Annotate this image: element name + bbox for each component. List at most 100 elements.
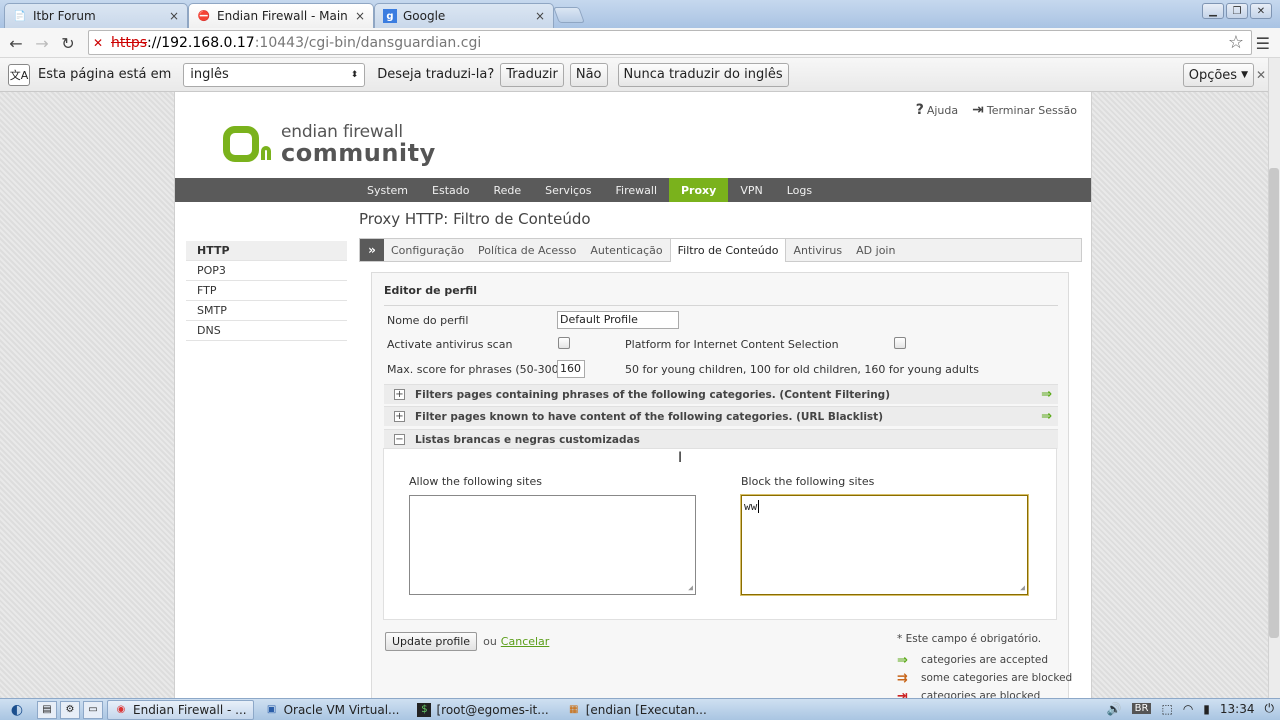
tab-endian-firewall[interactable]: ⛔ Endian Firewall - Main pag × bbox=[188, 3, 374, 28]
side-item-http[interactable]: HTTP bbox=[186, 241, 347, 261]
forward-icon[interactable]: → bbox=[30, 31, 54, 55]
terminal-icon: $ bbox=[417, 702, 432, 717]
block-sites-textarea[interactable]: ww ◢ bbox=[740, 494, 1029, 596]
pics-label: Platform for Internet Content Selection bbox=[625, 338, 839, 351]
panel-title: Editor de perfil bbox=[384, 284, 478, 297]
insecure-lock-icon[interactable]: ✕ bbox=[93, 36, 111, 50]
custom-lists-section[interactable]: − Listas brancas e negras customizadas bbox=[384, 429, 1058, 449]
start-menu-icon[interactable]: ◐ bbox=[0, 700, 34, 720]
show-desktop-icon[interactable]: ▭ bbox=[83, 700, 103, 719]
tab-antivirus[interactable]: Antivirus bbox=[786, 239, 849, 261]
tab-configuracao[interactable]: Configuração bbox=[384, 239, 471, 261]
max-score-field[interactable]: 160 bbox=[557, 360, 585, 378]
volume-icon[interactable]: 🔊 bbox=[1107, 702, 1122, 716]
new-tab-button[interactable] bbox=[553, 7, 585, 23]
logo-line2: community bbox=[281, 138, 436, 167]
expand-icon[interactable]: + bbox=[394, 389, 405, 400]
green-arrow-icon: ⇒ bbox=[1041, 409, 1052, 424]
side-item-dns[interactable]: DNS bbox=[186, 321, 347, 341]
close-tab-icon[interactable]: × bbox=[169, 9, 179, 23]
legend-some-blocked: some categories are blocked bbox=[921, 672, 1073, 684]
close-tab-icon[interactable]: × bbox=[355, 9, 365, 23]
back-icon[interactable]: ← bbox=[4, 31, 28, 55]
side-item-ftp[interactable]: FTP bbox=[186, 281, 347, 301]
vm-window-icon: ▦ bbox=[568, 704, 579, 715]
options-button[interactable]: Opções ▼ bbox=[1182, 63, 1254, 87]
chrome-menu-icon[interactable]: ☰ bbox=[1256, 34, 1270, 53]
virtualbox-icon: ▣ bbox=[266, 704, 277, 715]
translate-prompt: Esta página está em bbox=[38, 67, 172, 82]
wifi-icon[interactable]: ◠ bbox=[1183, 702, 1193, 716]
task-virtualbox[interactable]: ▣ Oracle VM Virtual... bbox=[258, 700, 407, 720]
update-profile-button[interactable]: Update profile bbox=[385, 632, 478, 651]
nav-system[interactable]: System bbox=[355, 178, 420, 202]
tab-ad-join[interactable]: AD join bbox=[849, 239, 902, 261]
profile-name-field[interactable]: Default Profile bbox=[557, 311, 679, 329]
scrollbar-thumb[interactable] bbox=[1269, 168, 1279, 638]
cancel-link[interactable]: Cancelar bbox=[501, 635, 550, 648]
language-select[interactable]: inglês ⬍ bbox=[183, 62, 366, 87]
nav-estado[interactable]: Estado bbox=[420, 178, 481, 202]
side-item-smtp[interactable]: SMTP bbox=[186, 301, 347, 321]
nav-firewall[interactable]: Firewall bbox=[604, 178, 669, 202]
document-icon: 📄 bbox=[13, 10, 27, 22]
pics-checkbox[interactable] bbox=[894, 337, 906, 349]
tab-autenticacao[interactable]: Autenticação bbox=[583, 239, 669, 261]
page-scrollbar[interactable] bbox=[1268, 58, 1280, 698]
tab-filtro-de-conteudo[interactable]: Filtro de Conteúdo bbox=[669, 239, 787, 262]
side-item-pop3[interactable]: POP3 bbox=[186, 261, 347, 281]
url-blacklist-section[interactable]: + Filter pages known to have content of … bbox=[384, 406, 1058, 426]
nav-logs[interactable]: Logs bbox=[775, 178, 824, 202]
task-label: [endian [Executan... bbox=[585, 702, 707, 717]
battery-icon[interactable]: ▮ bbox=[1203, 702, 1210, 716]
collapse-icon[interactable]: − bbox=[394, 434, 405, 445]
file-manager-icon[interactable]: ▤ bbox=[37, 700, 57, 719]
resize-grip-icon[interactable]: ◢ bbox=[1020, 583, 1025, 592]
tab-itbr-forum[interactable]: 📄 Itbr Forum × bbox=[4, 3, 188, 28]
network-icon: ⬚ bbox=[1161, 701, 1173, 716]
minimize-icon[interactable]: ▁ bbox=[1202, 3, 1224, 19]
address-bar[interactable]: ✕ https://192.168.0.17:10443/cgi-bin/dan… bbox=[88, 30, 1252, 55]
expand-icon[interactable]: + bbox=[394, 411, 405, 422]
clock[interactable]: 13:34 bbox=[1220, 702, 1255, 716]
nav-proxy[interactable]: Proxy bbox=[669, 178, 729, 202]
reload-icon[interactable]: ↻ bbox=[56, 31, 80, 55]
no-button[interactable]: Não bbox=[569, 62, 608, 87]
help-link[interactable]: ? Ajuda bbox=[916, 102, 958, 118]
close-window-icon[interactable]: ✕ bbox=[1250, 3, 1272, 19]
content-filtering-section[interactable]: + Filters pages containing phrases of th… bbox=[384, 384, 1058, 404]
max-score-label: Max. score for phrases (50-300) bbox=[387, 363, 563, 376]
collapse-menu-icon[interactable]: » bbox=[360, 239, 384, 261]
text-caret bbox=[758, 500, 760, 513]
allow-sites-textarea[interactable]: ◢ bbox=[409, 495, 696, 595]
blocked-icon: ⛔ bbox=[197, 10, 211, 22]
close-tab-icon[interactable]: × bbox=[535, 9, 545, 23]
task-label: Endian Firewall - ... bbox=[133, 702, 247, 717]
keyboard-layout[interactable]: BR bbox=[1131, 703, 1152, 714]
tab-politica-de-acesso[interactable]: Política de Acesso bbox=[471, 239, 583, 261]
translate-button[interactable]: Traduzir bbox=[500, 62, 564, 87]
options-label: Opções bbox=[1188, 67, 1238, 83]
tab-title: Google bbox=[403, 9, 446, 23]
nav-rede[interactable]: Rede bbox=[481, 178, 533, 202]
endian-page: ? Ajuda ⇥ Terminar Sessão endian firewal… bbox=[174, 92, 1092, 704]
section-label: Listas brancas e negras customizadas bbox=[415, 433, 640, 446]
never-translate-button[interactable]: Nunca traduzir do inglês bbox=[617, 62, 789, 87]
task-terminal[interactable]: $ [root@egomes-it... bbox=[410, 700, 555, 720]
nav-servicos[interactable]: Serviços bbox=[533, 178, 603, 202]
settings-icon[interactable]: ⚙ bbox=[60, 700, 80, 719]
task-endian-firewall[interactable]: ◉ Endian Firewall - ... bbox=[107, 699, 254, 720]
select-arrows-icon: ⬍ bbox=[350, 69, 359, 80]
page-title: Proxy HTTP: Filtro de Conteúdo bbox=[359, 210, 591, 228]
close-infobar-icon[interactable]: ✕ bbox=[1256, 68, 1266, 82]
resize-grip-icon[interactable]: ◢ bbox=[688, 583, 693, 592]
antivirus-checkbox[interactable] bbox=[558, 337, 570, 349]
logout-link[interactable]: ⇥ Terminar Sessão bbox=[972, 102, 1077, 118]
power-icon[interactable]: ⏻ bbox=[1265, 701, 1275, 716]
task-endian-vm[interactable]: ▦ [endian [Executan... bbox=[560, 700, 714, 720]
bookmark-star-icon[interactable]: ☆ bbox=[1228, 32, 1244, 53]
tab-title: Itbr Forum bbox=[33, 9, 96, 23]
nav-vpn[interactable]: VPN bbox=[728, 178, 774, 202]
tab-google[interactable]: g Google × bbox=[374, 3, 554, 28]
restore-icon[interactable]: ❐ bbox=[1226, 3, 1248, 19]
